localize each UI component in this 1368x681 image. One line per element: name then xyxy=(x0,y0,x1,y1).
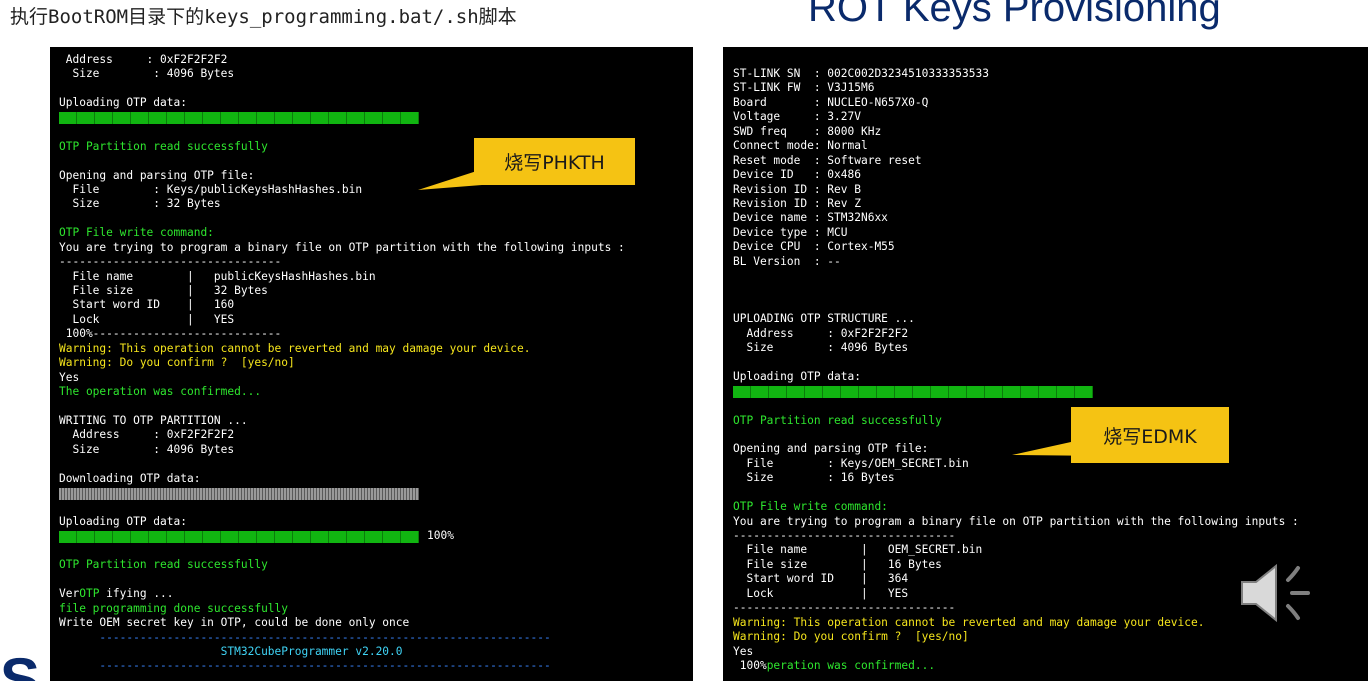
caption-mono-1: BootROM xyxy=(48,6,129,28)
progress-row: 100% xyxy=(59,529,693,544)
terminal-line: OTP Partition read successfully xyxy=(59,558,268,572)
callout-edmk: 烧写EDMK xyxy=(1071,407,1229,463)
terminal-line: Size : 4096 Bytes xyxy=(59,67,235,81)
terminal-line: ST-LINK SN : 002C002D3234510333353533 xyxy=(733,67,989,80)
terminal-line: Size : 16 Bytes xyxy=(733,471,895,485)
terminal-line: File : Keys/OEM_SECRET.bin xyxy=(733,456,969,470)
logo-fragment: S xyxy=(0,650,50,681)
terminal-line: Size : 4096 Bytes xyxy=(733,341,909,355)
terminal-line: Warning: This operation cannot be revert… xyxy=(59,341,531,355)
progress-bar xyxy=(59,531,419,544)
terminal-line: Address : 0xF2F2F2F2 xyxy=(59,53,228,66)
terminal-line: 100%---------------------------- xyxy=(59,327,282,341)
terminal-line: Start word ID | 160 xyxy=(59,298,235,312)
terminal-line: File : Keys/publicKeysHashHashes.bin xyxy=(59,182,363,196)
terminal-line: Revision ID : Rev B xyxy=(733,182,861,196)
terminal-line: Revision ID : Rev Z xyxy=(733,196,861,210)
terminal-line: file programming done successfully xyxy=(59,601,289,615)
terminal-line: UPLOADING OTP STRUCTURE ... xyxy=(733,312,915,326)
progress-row xyxy=(733,385,1368,399)
terminal-line: Address : 0xF2F2F2F2 xyxy=(733,326,909,340)
terminal-line: STM32CubeProgrammer v2.20.0 xyxy=(59,644,403,658)
slide-caption: 执行BootROM目录下的keys_programming.bat/.sh脚本 xyxy=(10,2,517,29)
progress-bar xyxy=(733,386,1093,399)
terminal-line: File name | OEM_SECRET.bin xyxy=(733,543,983,557)
progress-row xyxy=(59,111,693,125)
terminal-line: Address : 0xF2F2F2F2 xyxy=(59,428,235,442)
terminal-line: ----------------------------------------… xyxy=(59,659,551,673)
terminal-line: Downloading OTP data: xyxy=(59,471,201,485)
terminal-line: Uploading OTP data: xyxy=(59,515,187,528)
terminal-line: Device name : STM32N6xx xyxy=(733,211,888,225)
callout-phkth: 烧写PHKTH xyxy=(474,138,635,185)
terminal-line: ST-LINK FW : V3J15M6 xyxy=(733,81,875,95)
terminal-line: OTP File write command: xyxy=(733,500,888,514)
terminal-line: Device CPU : Cortex-M55 xyxy=(733,240,895,254)
terminal-line: Uploading OTP data: xyxy=(733,370,861,384)
terminal-line: Size : 32 Bytes xyxy=(59,197,221,211)
terminal-line: Write OEM secret key in OTP, could be do… xyxy=(59,616,410,630)
terminal-line: Reset mode : Software reset xyxy=(733,153,922,167)
terminal-line: 100%peration was confirmed... xyxy=(733,658,936,672)
terminal-line: SWD freq : 8000 KHz xyxy=(733,124,882,138)
terminal-line: You are trying to program a binary file … xyxy=(59,240,625,254)
terminal-line: --------------------------------- xyxy=(59,255,282,269)
terminal-line: VerOTP ifying ... xyxy=(59,587,174,601)
caption-mono-2: keys_programming.bat/.sh xyxy=(204,6,479,28)
caption-cjk-prefix: 执行 xyxy=(10,6,49,28)
progress-row xyxy=(59,486,693,500)
terminal-line: You are trying to program a binary file … xyxy=(733,514,1299,528)
terminal-line: Voltage : 3.27V xyxy=(733,110,861,124)
terminal-line: Connect mode: Normal xyxy=(733,139,868,153)
terminal-line: BL Version : -- xyxy=(733,254,841,268)
terminal-line: Warning: Do you confirm ? [yes/no] xyxy=(59,356,295,370)
terminal-line: Yes xyxy=(733,644,754,658)
progress-label: 100% xyxy=(427,529,454,543)
terminal-line: Opening and parsing OTP file: xyxy=(733,442,929,456)
caption-cjk-suffix: 脚本 xyxy=(478,6,517,28)
terminal-line: Device ID : 0x486 xyxy=(733,168,861,182)
terminal-line: WRITING TO OTP PARTITION ... xyxy=(59,413,248,427)
terminal-line: File size | 32 Bytes xyxy=(59,284,268,297)
terminal-line: Uploading OTP data: xyxy=(59,96,187,110)
slide-title: ROT Keys Provisioning xyxy=(808,0,1221,30)
terminal-line: The operation was confirmed... xyxy=(59,385,262,399)
terminal-line: Lock | YES xyxy=(59,312,235,326)
terminal-line: ----------------------------------------… xyxy=(59,630,551,644)
terminal-line: Yes xyxy=(59,370,80,384)
terminal-line: Device type : MCU xyxy=(733,225,848,239)
speaker-volume-icon[interactable] xyxy=(1238,558,1318,628)
progress-bar xyxy=(59,112,419,125)
terminal-line: OTP Partition read successfully xyxy=(733,413,942,427)
terminal-line: Size : 4096 Bytes xyxy=(59,442,235,456)
progress-bar xyxy=(59,487,419,500)
terminal-line: Board : NUCLEO-N657X0-Q xyxy=(733,95,929,109)
caption-cjk-mid: 目录下的 xyxy=(128,6,205,28)
terminal-line: File name | publicKeysHashHashes.bin xyxy=(59,269,376,283)
terminal-line: OTP File write command: xyxy=(59,226,214,240)
terminal-line: Warning: Do you confirm ? [yes/no] xyxy=(733,630,969,644)
terminal-line: --------------------------------- xyxy=(733,529,956,542)
